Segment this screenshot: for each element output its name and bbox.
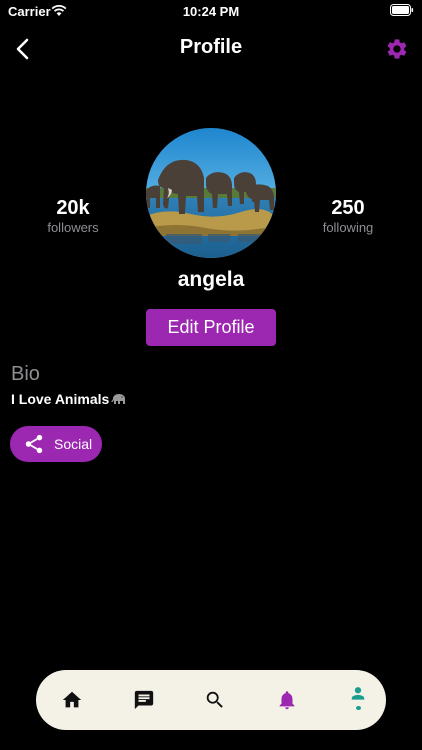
settings-button[interactable]	[384, 36, 410, 62]
social-label: Social	[54, 436, 93, 452]
home-icon	[62, 691, 82, 708]
followers-count: 20k	[56, 197, 90, 219]
person-icon	[351, 687, 365, 700]
following-stat[interactable]: 250 following	[293, 197, 403, 236]
followers-label: followers	[47, 220, 99, 235]
elephant-icon	[111, 394, 126, 404]
share-icon	[23, 433, 45, 455]
tab-profile[interactable]	[345, 684, 371, 710]
message-icon	[134, 690, 154, 710]
bio-heading: Bio	[11, 363, 40, 385]
followers-stat[interactable]: 20k followers	[18, 197, 128, 236]
bell-icon	[279, 691, 295, 710]
navigation-bar: Profile	[0, 28, 422, 72]
profile-screen: Carrier 10:24 PM Profile 20k followers 2…	[0, 0, 422, 750]
avatar	[146, 128, 276, 258]
bio-text: I Love Animals	[11, 391, 110, 407]
status-time: 10:24 PM	[182, 4, 240, 19]
following-count: 250	[331, 197, 365, 219]
page-title: Profile	[179, 36, 243, 58]
status-bar: Carrier 10:24 PM	[0, 0, 422, 24]
battery-icon	[390, 4, 414, 16]
edit-profile-button[interactable]: Edit Profile	[146, 309, 276, 346]
gear-icon	[387, 39, 407, 59]
tab-messages[interactable]	[131, 687, 157, 713]
username: angela	[177, 268, 245, 291]
tab-home[interactable]	[59, 687, 85, 713]
following-label: following	[322, 220, 374, 235]
search-icon	[206, 691, 223, 708]
active-tab-indicator	[355, 705, 361, 710]
tab-search[interactable]	[202, 687, 228, 713]
bio-text-row: I Love Animals	[11, 391, 127, 407]
bottom-navigation	[36, 670, 386, 730]
social-button[interactable]: Social	[10, 426, 102, 462]
tab-notifications[interactable]	[274, 687, 300, 713]
elephants-photo	[146, 128, 276, 258]
